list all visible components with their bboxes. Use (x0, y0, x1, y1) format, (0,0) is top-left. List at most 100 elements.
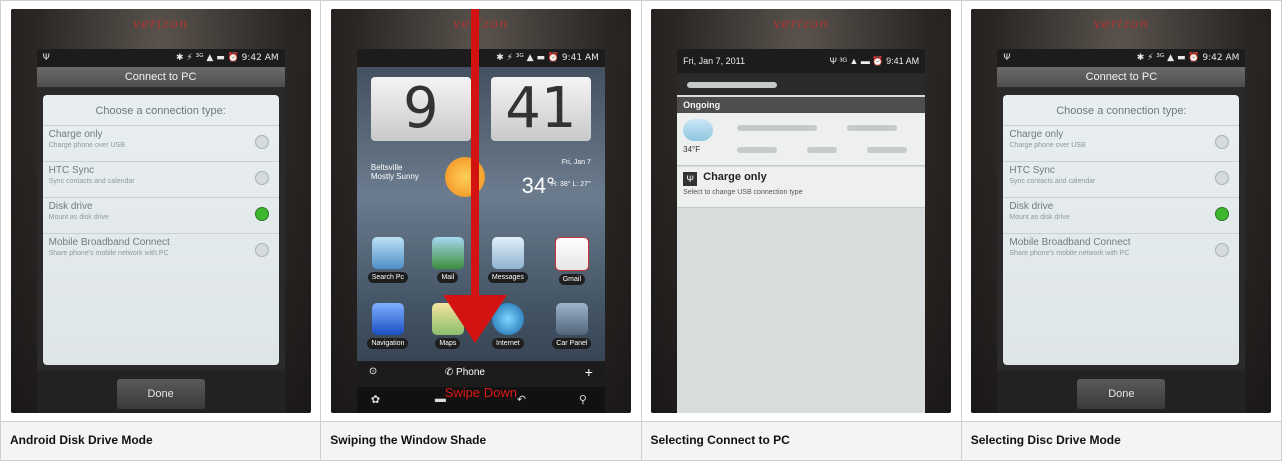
messages-icon (491, 237, 524, 269)
usb-icon: Ψ (1003, 53, 1011, 63)
panel-1-caption-cell: Android Disk Drive Mode (0, 421, 322, 461)
sun-icon (444, 157, 485, 197)
dialog-header: Connect to PC (997, 67, 1246, 87)
radio-button[interactable] (254, 243, 269, 257)
option-subtitle: Sync contacts and calendar (48, 178, 135, 185)
option-mobile-broadband[interactable]: Mobile Broadband Connect Share phone's m… (42, 233, 279, 269)
notification-date: Fri, Jan 7, 2011 (683, 56, 745, 66)
status-indicators: ✱ ⚡ ³ᴳ ▲ ▬ ⏰ 9:41 AM (496, 53, 599, 63)
car-panel-icon (555, 303, 588, 335)
weather-temperature: 34° (521, 173, 555, 198)
weather-cloud-icon (683, 119, 714, 141)
status-bar: Ψ ✱ ⚡ ³ᴳ ▲ ▬ ⏰ 9:42 AM (36, 49, 285, 67)
weather-notification[interactable]: 34°F (677, 113, 926, 166)
option-title: HTC Sync (48, 165, 95, 176)
panel-2-caption-cell: Swiping the Window Shade (320, 421, 642, 461)
app-search[interactable]: Search Pc (363, 237, 413, 283)
all-apps-icon[interactable]: ⊙ (369, 366, 377, 377)
status-indicators: ✱ ⚡ ³ᴳ ▲ ▬ ⏰ 9:42 AM (1136, 53, 1240, 63)
blurred-text (737, 147, 778, 153)
panel-4-caption-cell: Selecting Disc Drive Mode (960, 421, 1282, 461)
navigation-arrow-icon (371, 303, 404, 335)
home-screen: ✱ ⚡ ³ᴳ ▲ ▬ ⏰ 9:41 AM 9 41 Beltsville Mos… (356, 49, 605, 413)
option-title: Mobile Broadband Connect (48, 237, 170, 248)
weather-widget[interactable]: Beltsville Mostly Sunny Fri, Jan 7 34° H… (367, 153, 595, 233)
option-htc-sync[interactable]: HTC Sync Sync contacts and calendar (42, 161, 279, 197)
notification-subtitle: Select to change USB connection type (683, 189, 803, 196)
blurred-text (847, 125, 898, 131)
dialog-title: Choose a connection type: (1056, 105, 1187, 117)
app-messages[interactable]: Messages (483, 237, 533, 283)
panel-caption: Android Disk Drive Mode (10, 433, 153, 447)
phone-button[interactable]: ✆ Phone (445, 367, 485, 378)
phone-photo-disk-drive-mode: verizon Ψ ✱ ⚡ ³ᴳ ▲ ▬ ⏰ 9:42 AM Connect t… (10, 9, 311, 413)
ongoing-section-header: Ongoing (677, 97, 926, 113)
panel-caption: Selecting Connect to PC (650, 433, 790, 447)
add-icon[interactable]: + (585, 364, 593, 380)
phone-screen: Ψ ✱ ⚡ ³ᴳ ▲ ▬ ⏰ 9:42 AM Connect to PC Cho… (997, 49, 1246, 413)
radio-button-selected[interactable] (254, 207, 269, 221)
option-htc-sync[interactable]: HTC Sync Sync contacts and calendar (1003, 161, 1240, 197)
option-title: Charge only (48, 129, 103, 140)
status-bar: Ψ ✱ ⚡ ³ᴳ ▲ ▬ ⏰ 9:42 AM (997, 49, 1246, 67)
radio-button[interactable] (254, 135, 269, 149)
dialog-header: Connect to PC (36, 67, 285, 87)
phone-photo-window-shade: verizon ✱ ⚡ ³ᴳ ▲ ▬ ⏰ 9:41 AM 9 41 Beltsv… (330, 9, 631, 413)
clock-hour: 9 (370, 77, 471, 141)
verizon-logo: verizon (1093, 17, 1150, 32)
mail-icon (431, 237, 464, 269)
status-indicators: Ψ ³ᴳ ▲ ▬ ⏰ 9:41 AM (829, 56, 920, 66)
gmail-icon (554, 237, 589, 271)
panel-4-image-cell: verizon Ψ ✱ ⚡ ³ᴳ ▲ ▬ ⏰ 9:42 AM Connect t… (960, 0, 1282, 422)
panel-caption: Selecting Disc Drive Mode (970, 433, 1121, 447)
done-button[interactable]: Done (1077, 379, 1166, 409)
option-mobile-broadband[interactable]: Mobile Broadband Connect Share phone's m… (1003, 233, 1240, 269)
blurred-carrier-name (687, 82, 778, 88)
option-subtitle: Share phone's mobile network with PC (1009, 250, 1130, 257)
panel-3-caption-cell: Selecting Connect to PC (640, 421, 962, 461)
dock-bar: ⊙ ✆ Phone + (356, 361, 605, 387)
option-disk-drive[interactable]: Disk drive Mount as disk drive (42, 197, 279, 233)
option-charge-only[interactable]: Charge only Charge phone over USB (42, 125, 279, 161)
weather-location: Beltsville (370, 163, 403, 172)
option-title: Disk drive (1009, 201, 1054, 212)
verizon-logo: verizon (453, 17, 509, 32)
done-button[interactable]: Done (116, 379, 205, 409)
usb-connection-icon: Ψ (683, 172, 698, 186)
phone-screen: Ψ ✱ ⚡ ³ᴳ ▲ ▬ ⏰ 9:42 AM Connect to PC Cho… (36, 49, 285, 413)
option-subtitle: Mount as disk drive (1009, 214, 1070, 221)
notification-temperature: 34°F (683, 145, 701, 154)
clock-minute: 41 (490, 77, 591, 141)
option-title: Disk drive (48, 201, 93, 212)
option-title: HTC Sync (1009, 165, 1055, 176)
screenshot-gallery-table: verizon Ψ ✱ ⚡ ³ᴳ ▲ ▬ ⏰ 9:42 AM Connect t… (0, 0, 1282, 461)
app-gmail[interactable]: Gmail (547, 237, 597, 285)
app-mail[interactable]: Mail (423, 237, 473, 283)
option-subtitle: Mount as disk drive (48, 214, 109, 221)
weather-condition: Mostly Sunny (370, 172, 419, 181)
option-subtitle: Charge phone over USB (1009, 142, 1086, 149)
option-charge-only[interactable]: Charge only Charge phone over USB (1003, 125, 1240, 161)
app-navigation[interactable]: Navigation (363, 303, 413, 349)
status-indicators: ✱ ⚡ ³ᴳ ▲ ▬ ⏰ 9:42 AM (175, 53, 279, 63)
status-bar[interactable]: ✱ ⚡ ³ᴳ ▲ ▬ ⏰ 9:41 AM (356, 49, 605, 67)
notification-header: Fri, Jan 7, 2011 Ψ ³ᴳ ▲ ▬ ⏰ 9:41 AM (677, 49, 926, 73)
option-subtitle: Charge phone over USB (48, 142, 125, 149)
phone-photo-disc-drive-mode: verizon Ψ ✱ ⚡ ³ᴳ ▲ ▬ ⏰ 9:42 AM Connect t… (971, 9, 1272, 413)
app-car-panel[interactable]: Car Panel (547, 303, 597, 349)
notification-title: Charge only (703, 171, 767, 183)
option-subtitle: Share phone's mobile network with PC (48, 250, 169, 257)
panel-2-image-cell: verizon ✱ ⚡ ³ᴳ ▲ ▬ ⏰ 9:41 AM 9 41 Beltsv… (320, 0, 642, 422)
weather-hi-lo: H: 38° L: 27° (551, 181, 591, 188)
usb-charge-notification[interactable]: Ψ Charge only Select to change USB conne… (677, 167, 926, 208)
carrier-row (677, 73, 926, 95)
swipe-arrow-head (442, 295, 507, 343)
option-disk-drive[interactable]: Disk drive Mount as disk drive (1003, 197, 1240, 233)
blurred-text (807, 147, 838, 153)
option-subtitle: Sync contacts and calendar (1009, 178, 1096, 185)
flip-clock-widget[interactable]: 9 41 (367, 77, 595, 149)
radio-button[interactable] (254, 171, 269, 185)
blurred-text (867, 147, 908, 153)
swipe-arrow-shaft (470, 9, 479, 299)
weather-date: Fri, Jan 7 (561, 159, 591, 166)
